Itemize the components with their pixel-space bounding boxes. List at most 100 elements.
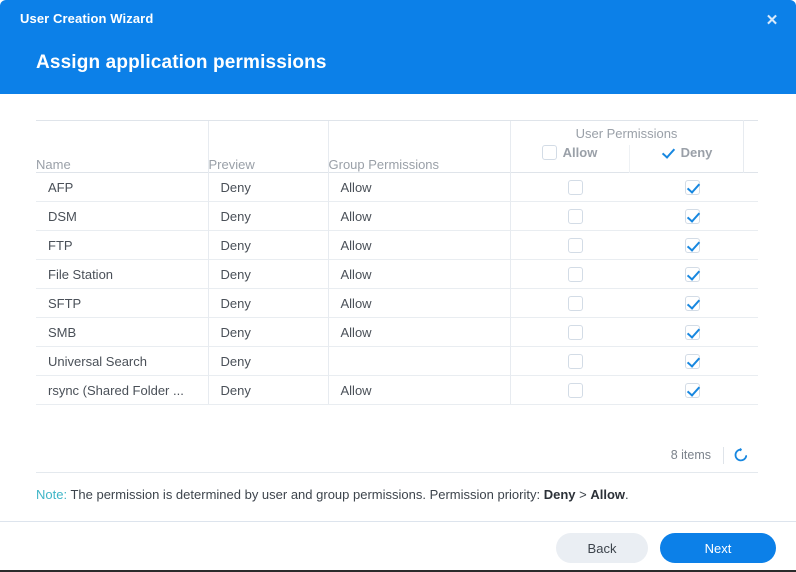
cell-group-permission: Allow: [328, 260, 510, 289]
column-header-name[interactable]: Name: [36, 121, 208, 173]
deny-checkbox[interactable]: [685, 325, 700, 340]
allow-checkbox[interactable]: [568, 209, 583, 224]
cell-deny-checkbox[interactable]: [629, 318, 743, 347]
cell-allow-checkbox[interactable]: [510, 318, 629, 347]
cell-allow-checkbox[interactable]: [510, 376, 629, 405]
cell-group-permission: Allow: [328, 231, 510, 260]
permissions-table: Name Preview Group Permissions User Perm…: [36, 120, 758, 405]
cell-name: FTP: [36, 231, 208, 260]
back-button[interactable]: Back: [556, 533, 648, 563]
button-bar-divider: [0, 521, 796, 522]
cell-allow-checkbox[interactable]: [510, 202, 629, 231]
allow-checkbox[interactable]: [568, 354, 583, 369]
items-count: 8 items: [671, 448, 723, 462]
close-icon[interactable]: ✕: [761, 10, 783, 32]
cell-deny-checkbox[interactable]: [629, 202, 743, 231]
header-deny-checkbox[interactable]: [660, 145, 675, 160]
note-strong-deny: Deny: [544, 487, 576, 502]
dialog-titlebar: User Creation Wizard ✕ Assign applicatio…: [0, 0, 796, 94]
column-header-allow: Allow: [510, 145, 629, 173]
note-separator: >: [576, 487, 591, 502]
cell-allow-checkbox[interactable]: [510, 289, 629, 318]
cell-preview: Deny: [208, 202, 328, 231]
note-period: .: [625, 487, 629, 502]
cell-deny-checkbox[interactable]: [629, 376, 743, 405]
table-body: AFPDenyAllowDSMDenyAllowFTPDenyAllowFile…: [36, 173, 758, 405]
column-header-spacer: [743, 121, 758, 173]
refresh-icon[interactable]: [724, 447, 758, 463]
table-footer: 8 items: [36, 438, 758, 473]
next-button[interactable]: Next: [660, 533, 776, 563]
cell-deny-checkbox[interactable]: [629, 347, 743, 376]
deny-checkbox[interactable]: [685, 180, 700, 195]
deny-checkbox[interactable]: [685, 383, 700, 398]
deny-checkbox[interactable]: [685, 354, 700, 369]
cell-preview: Deny: [208, 347, 328, 376]
cell-preview: Deny: [208, 289, 328, 318]
cell-name: SFTP: [36, 289, 208, 318]
table-row[interactable]: Universal SearchDeny: [36, 347, 758, 376]
deny-checkbox[interactable]: [685, 296, 700, 311]
table-row[interactable]: AFPDenyAllow: [36, 173, 758, 202]
cell-group-permission: [328, 347, 510, 376]
cell-name: AFP: [36, 173, 208, 202]
note-label: Note:: [36, 487, 67, 502]
allow-checkbox[interactable]: [568, 325, 583, 340]
cell-preview: Deny: [208, 376, 328, 405]
deny-checkbox[interactable]: [685, 238, 700, 253]
cell-preview: Deny: [208, 173, 328, 202]
cell-group-permission: Allow: [328, 202, 510, 231]
cell-preview: Deny: [208, 318, 328, 347]
cell-deny-checkbox[interactable]: [629, 173, 743, 202]
cell-spacer: [743, 289, 758, 318]
header-deny-checkbox-label[interactable]: Deny: [660, 145, 713, 160]
allow-checkbox[interactable]: [568, 238, 583, 253]
page-title: Assign application permissions: [36, 52, 327, 74]
header-allow-checkbox[interactable]: [542, 145, 557, 160]
table-row[interactable]: FTPDenyAllow: [36, 231, 758, 260]
cell-spacer: [743, 260, 758, 289]
cell-group-permission: Allow: [328, 318, 510, 347]
deny-checkbox[interactable]: [685, 267, 700, 282]
permissions-table-container: Name Preview Group Permissions User Perm…: [36, 120, 758, 405]
header-allow-checkbox-label[interactable]: Allow: [542, 145, 598, 160]
table-header: Name Preview Group Permissions User Perm…: [36, 121, 758, 173]
header-allow-text: Allow: [563, 145, 598, 160]
column-header-user-permissions: User Permissions: [510, 121, 743, 146]
button-bar: Back Next: [556, 533, 776, 563]
allow-checkbox[interactable]: [568, 267, 583, 282]
table-row[interactable]: SFTPDenyAllow: [36, 289, 758, 318]
cell-deny-checkbox[interactable]: [629, 231, 743, 260]
cell-deny-checkbox[interactable]: [629, 260, 743, 289]
cell-allow-checkbox[interactable]: [510, 260, 629, 289]
cell-allow-checkbox[interactable]: [510, 231, 629, 260]
allow-checkbox[interactable]: [568, 383, 583, 398]
cell-spacer: [743, 173, 758, 202]
window-title: User Creation Wizard: [20, 11, 153, 26]
table-row[interactable]: SMBDenyAllow: [36, 318, 758, 347]
cell-preview: Deny: [208, 260, 328, 289]
cell-name: rsync (Shared Folder ...: [36, 376, 208, 405]
column-header-group-permissions[interactable]: Group Permissions: [328, 121, 510, 173]
cell-deny-checkbox[interactable]: [629, 289, 743, 318]
cell-preview: Deny: [208, 231, 328, 260]
cell-allow-checkbox[interactable]: [510, 173, 629, 202]
table-row[interactable]: File StationDenyAllow: [36, 260, 758, 289]
column-header-preview[interactable]: Preview: [208, 121, 328, 173]
table-row[interactable]: DSMDenyAllow: [36, 202, 758, 231]
note-strong-allow: Allow: [590, 487, 625, 502]
table-row[interactable]: rsync (Shared Folder ...DenyAllow: [36, 376, 758, 405]
note-text: Note: The permission is determined by us…: [36, 487, 629, 502]
cell-spacer: [743, 376, 758, 405]
deny-checkbox[interactable]: [685, 209, 700, 224]
allow-checkbox[interactable]: [568, 296, 583, 311]
note-body: The permission is determined by user and…: [67, 487, 544, 502]
header-deny-text: Deny: [681, 145, 713, 160]
cell-spacer: [743, 202, 758, 231]
allow-checkbox[interactable]: [568, 180, 583, 195]
cell-allow-checkbox[interactable]: [510, 347, 629, 376]
cell-name: Universal Search: [36, 347, 208, 376]
user-creation-wizard-dialog: User Creation Wizard ✕ Assign applicatio…: [0, 0, 796, 572]
cell-name: SMB: [36, 318, 208, 347]
cell-name: File Station: [36, 260, 208, 289]
